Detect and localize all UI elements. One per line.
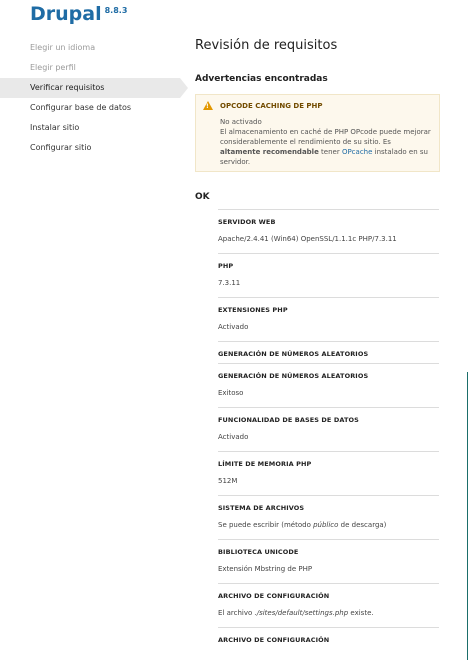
requirement-item: EXTENSIONES PHP Activado [218, 297, 439, 341]
requirement-item: LÍMITE DE MEMORIA PHP 512M [218, 451, 439, 495]
requirement-item: SISTEMA DE ARCHIVOS Se puede escribir (m… [218, 495, 439, 539]
value-em: público [313, 521, 339, 529]
requirement-value: Exitoso [218, 389, 244, 397]
window-edge-line [467, 372, 468, 660]
brand-version: 8.8.3 [104, 5, 128, 15]
requirement-name: SISTEMA DE ARCHIVOS [218, 504, 305, 512]
step-instalar-sitio: Instalar sitio [0, 118, 180, 138]
step-label: Configurar sitio [30, 143, 92, 152]
warning-bold: altamente recomendable [220, 148, 319, 156]
warnings-heading: Advertencias encontradas [195, 74, 328, 84]
ok-heading: OK [195, 192, 210, 202]
step-label: Verificar requisitos [30, 83, 105, 92]
step-elegir-perfil: Elegir perfil [0, 58, 180, 78]
requirement-item: ARCHIVO DE CONFIGURACIÓN [218, 627, 439, 649]
requirement-name: ARCHIVO DE CONFIGURACIÓN [218, 636, 330, 644]
install-steps: Elegir un idioma Elegir perfil Verificar… [0, 38, 188, 158]
requirements-list: SERVIDOR WEB Apache/2.4.41 (Win64) OpenS… [218, 209, 439, 649]
requirement-name: GENERACIÓN DE NÚMEROS ALEATORIOS [218, 372, 369, 380]
step-elegir-idioma: Elegir un idioma [0, 38, 180, 58]
requirement-name: FUNCIONALIDAD DE BASES DE DATOS [218, 416, 359, 424]
step-label: Elegir un idioma [30, 43, 96, 52]
requirement-value: Activado [218, 433, 249, 441]
step-verificar-requisitos: Verificar requisitos [0, 78, 188, 98]
step-configurar-sitio: Configurar sitio [0, 138, 180, 158]
warning-title: OPCODE CACHING DE PHP [220, 102, 323, 110]
requirement-item: ARCHIVO DE CONFIGURACIÓN El archivo ./si… [218, 583, 439, 627]
step-configurar-base-datos: Configurar base de datos [0, 98, 180, 118]
requirement-item: PHP 7.3.11 [218, 253, 439, 297]
warning-icon [203, 101, 213, 112]
requirement-value: El archivo ./sites/default/settings.php … [218, 609, 439, 617]
warning-status: No activado [220, 118, 262, 126]
main-content: Revisión de requisitos Advertencias enco… [195, 38, 440, 649]
value-post: de descarga) [338, 521, 387, 529]
requirement-value: Apache/2.4.41 (Win64) OpenSSL/1.1.1c PHP… [218, 235, 397, 243]
requirement-item: FUNCIONALIDAD DE BASES DE DATOS Activado [218, 407, 439, 451]
requirement-name: ARCHIVO DE CONFIGURACIÓN [218, 592, 330, 600]
requirement-name: PHP [218, 262, 234, 270]
warning-text-before: El almacenamiento en caché de PHP OPcode… [220, 128, 431, 146]
page-title: Revisión de requisitos [195, 38, 338, 53]
requirement-name: BIBLIOTECA UNICODE [218, 548, 299, 556]
step-label: Instalar sitio [30, 123, 80, 132]
value-em: ./sites/default/settings.php [254, 609, 349, 617]
warning-text-mid: tener [318, 148, 342, 156]
requirement-item: GENERACIÓN DE NÚMEROS ALEATORIOS [218, 341, 439, 363]
value-post: existe. [348, 609, 374, 617]
requirement-value: 512M [218, 477, 238, 485]
value-pre: El archivo [218, 609, 255, 617]
opcache-link[interactable]: OPcache [342, 148, 372, 156]
requirement-value: Se puede escribir (método público de des… [218, 521, 439, 529]
value-pre: Se puede escribir (método [218, 521, 314, 529]
requirement-name: SERVIDOR WEB [218, 218, 276, 226]
requirement-value: Activado [218, 323, 249, 331]
requirement-name: LÍMITE DE MEMORIA PHP [218, 460, 312, 468]
requirement-item: GENERACIÓN DE NÚMEROS ALEATORIOS Exitoso [218, 363, 439, 407]
requirement-value: Extensión Mbstring de PHP [218, 565, 313, 573]
requirement-name: GENERACIÓN DE NÚMEROS ALEATORIOS [218, 350, 369, 358]
warning-description: El almacenamiento en caché de PHP OPcode… [220, 127, 431, 167]
requirement-value: 7.3.11 [218, 279, 241, 287]
step-label: Configurar base de datos [30, 103, 132, 112]
step-label: Elegir perfil [30, 63, 76, 72]
requirement-item: SERVIDOR WEB Apache/2.4.41 (Win64) OpenS… [218, 209, 439, 253]
requirement-name: EXTENSIONES PHP [218, 306, 288, 314]
brand-name: Drupal [30, 3, 102, 25]
installer-page: Drupal 8.8.3 Elegir un idioma Elegir perf… [0, 0, 470, 660]
requirement-item: BIBLIOTECA UNICODE Extensión Mbstring de… [218, 539, 439, 583]
drupal-logo[interactable]: Drupal 8.8.3 [30, 3, 127, 25]
warning-message: OPCODE CACHING DE PHP No activado El alm… [195, 94, 440, 172]
